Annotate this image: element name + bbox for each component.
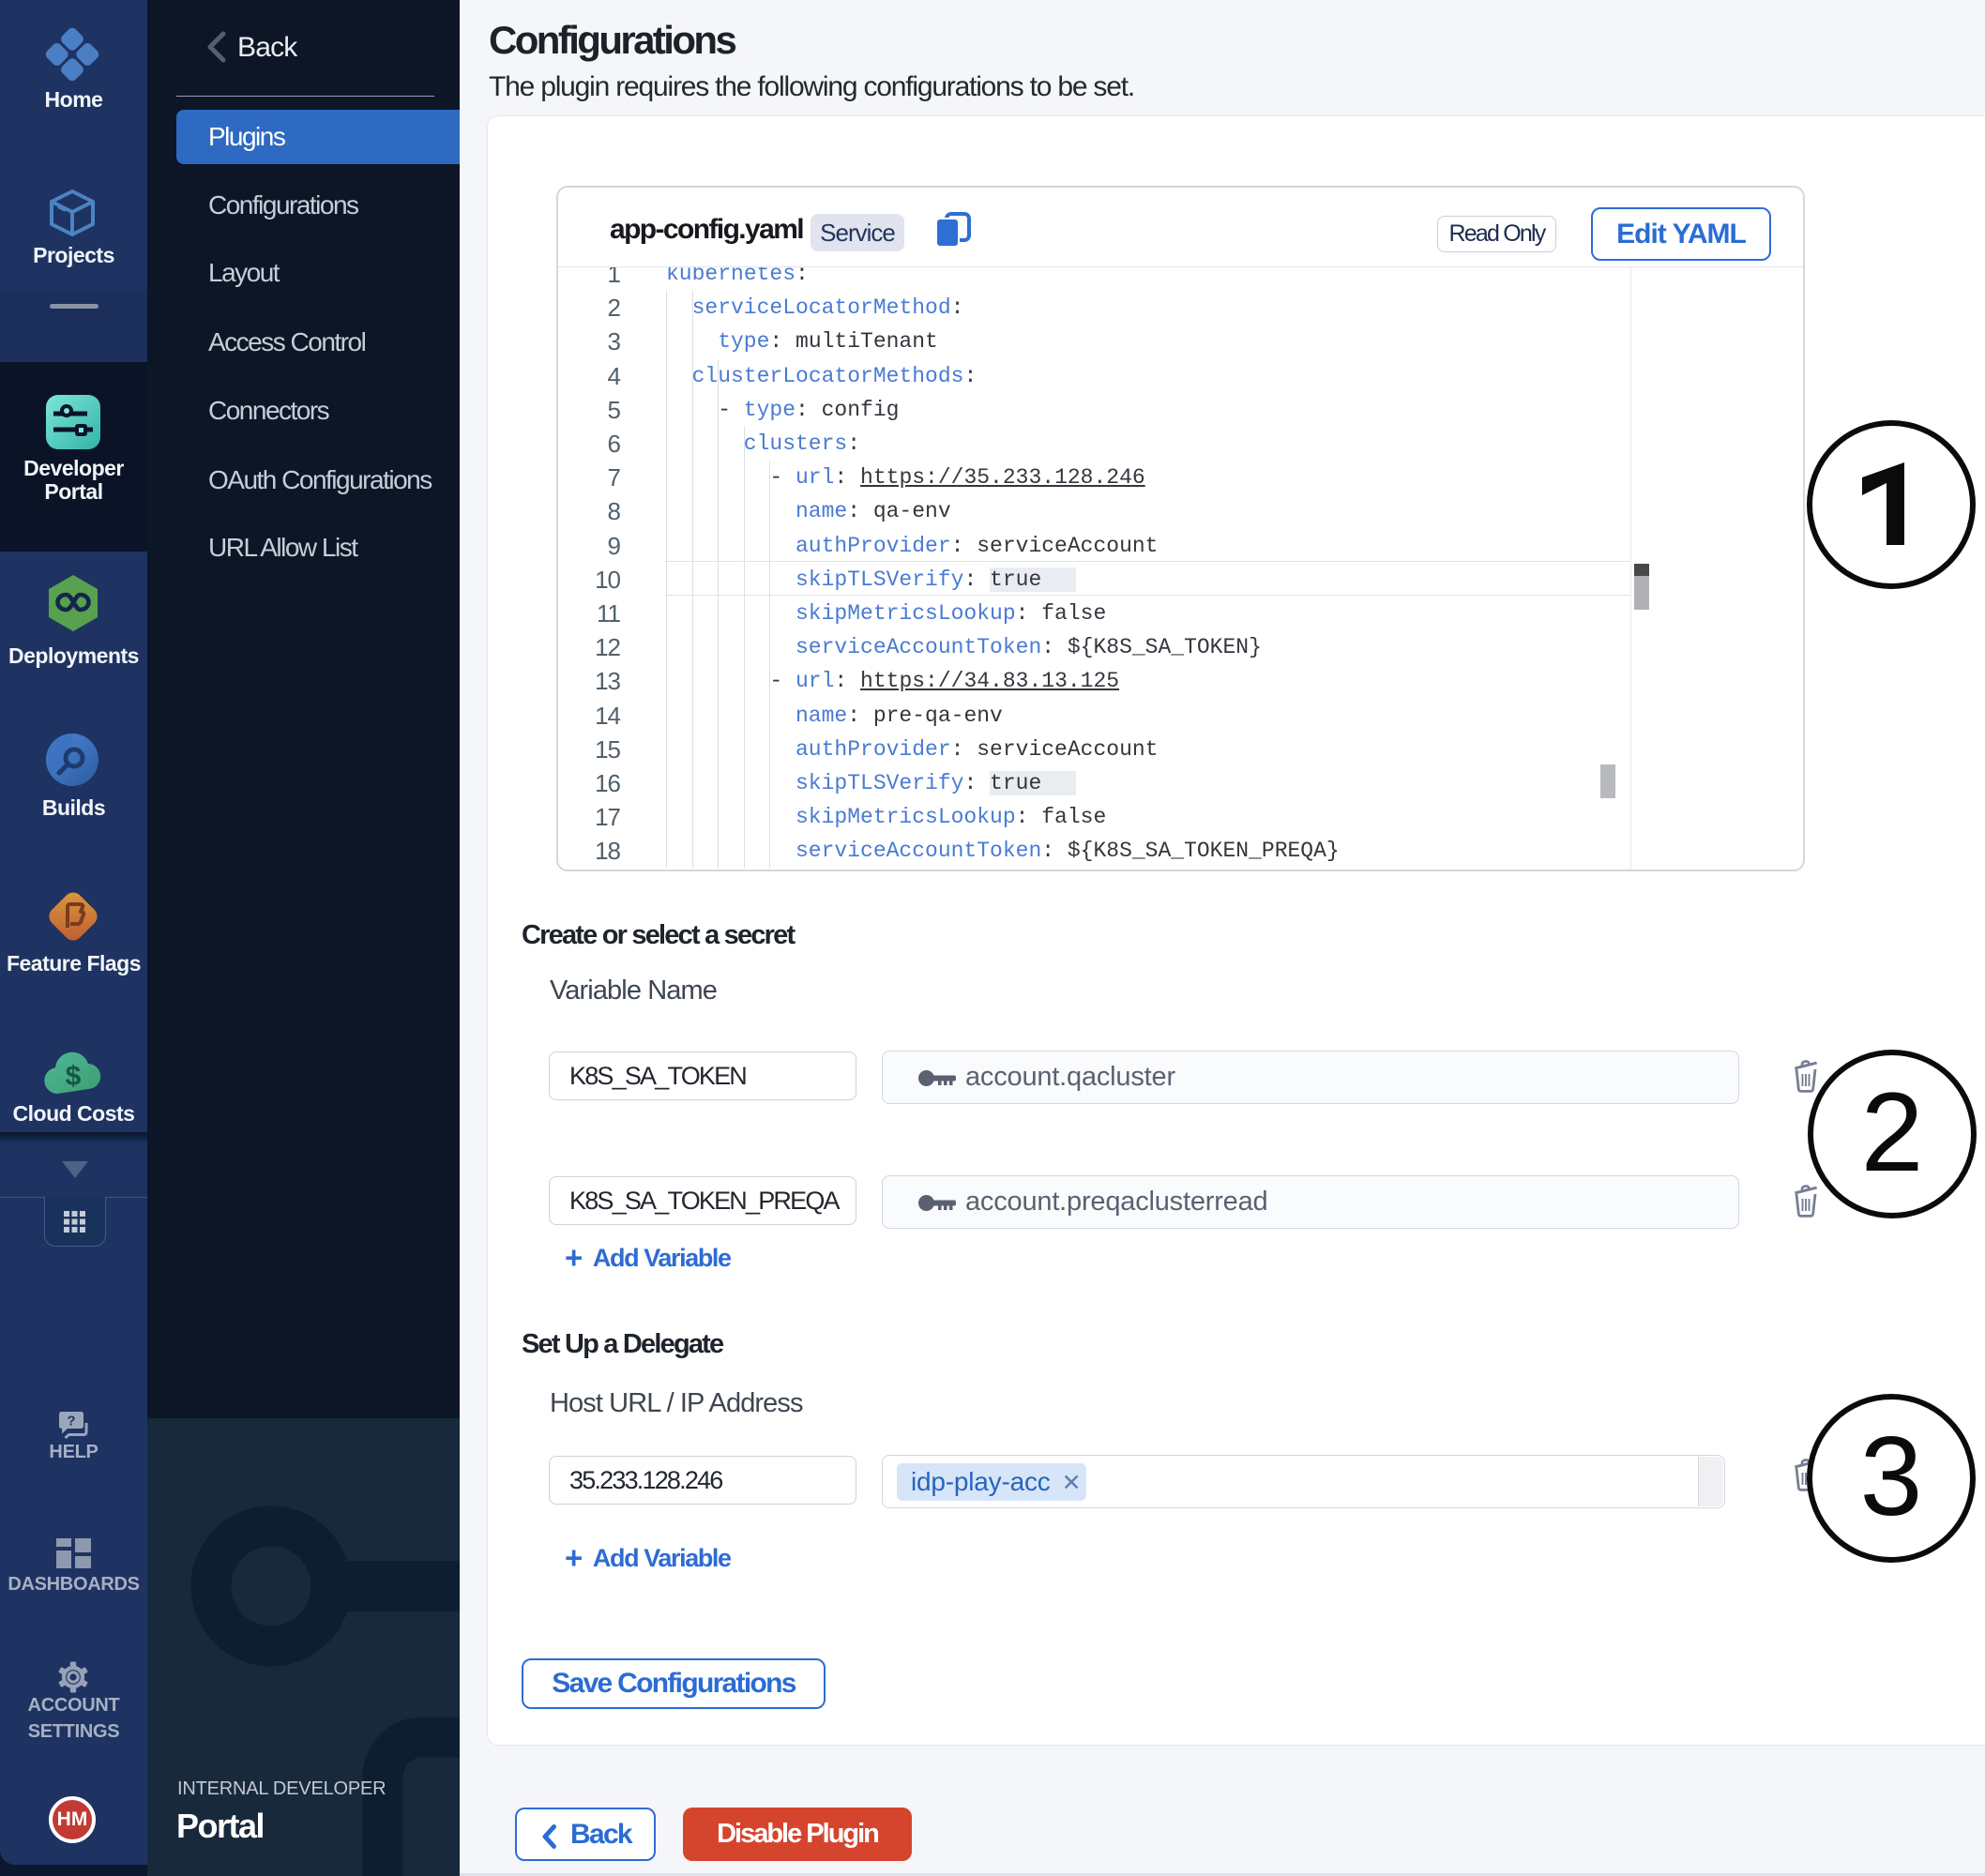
svg-text:?: ? [67,1414,75,1430]
svg-text:$: $ [66,1061,82,1092]
